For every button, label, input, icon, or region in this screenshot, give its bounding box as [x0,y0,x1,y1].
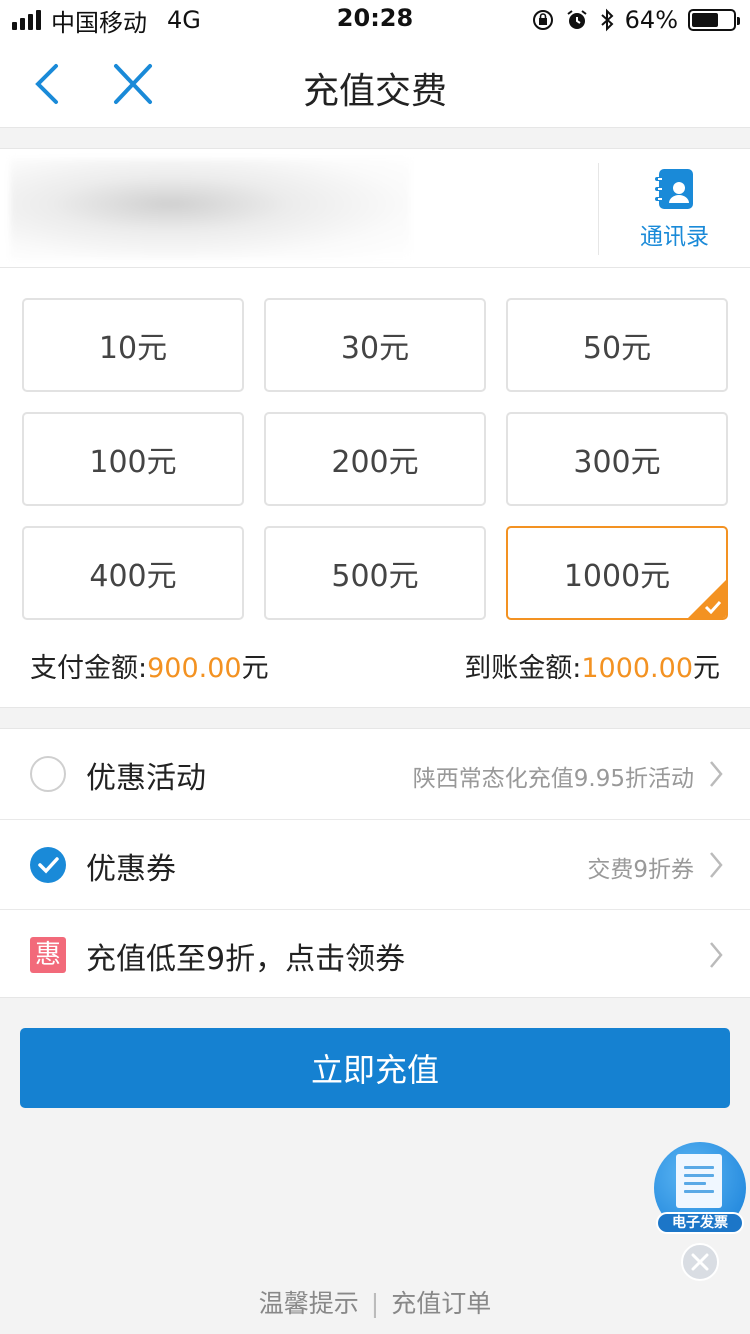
e-invoice-label[interactable]: 电子发票 [656,1212,744,1234]
pay-amount-label: 支付金额: [30,653,148,684]
amount-option-label: 100元 [89,445,177,480]
amount-option-50[interactable]: 50元 [506,298,728,392]
phone-number-field[interactable] [10,159,410,259]
status-bar-right: 64% [531,6,740,34]
phone-number-row: 通讯录 [0,148,750,268]
amount-option-100[interactable]: 100元 [22,412,244,506]
activity-label: 优惠活动 [86,761,206,796]
activity-row[interactable]: 优惠活动 陕西常态化充值9.95折活动 [0,729,750,819]
recharge-now-button[interactable]: 立即充值 [20,1028,730,1108]
receipt-icon [676,1154,722,1208]
promo-badge-icon: 惠 [30,937,66,973]
pay-amount-unit: 元 [241,653,269,684]
amount-option-label: 10元 [98,331,168,366]
alarm-icon [567,10,587,29]
amount-option-30[interactable]: 30元 [264,298,486,392]
battery-percentage: 64% [624,6,678,34]
battery-level [692,13,718,27]
receive-amount-unit: 元 [693,653,720,684]
chevron-right-icon [710,852,723,878]
amount-option-500[interactable]: 500元 [264,526,486,620]
page-title: 充值交费 [302,71,447,112]
activity-value: 陕西常态化充值9.95折活动 [412,766,694,792]
nav-bar: 充值交费 [0,40,750,128]
amount-option-400[interactable]: 400元 [22,526,244,620]
amount-option-label: 50元 [582,331,652,366]
offers-list: 优惠活动 陕西常态化充值9.95折活动 优惠券 交费9折券 惠 充值低至9折，点… [0,728,750,998]
footer-links: 温馨提示 | 充值订单 [0,1284,750,1320]
coupon-row[interactable]: 优惠券 交费9折券 [0,819,750,909]
promo-label: 充值低至9折，点击领券 [86,942,406,977]
amount-option-1000[interactable]: 1000元 [506,526,728,620]
chevron-right-icon [710,761,723,787]
receive-amount: 到账金额:1000.00元 [464,646,720,685]
coupon-label: 优惠券 [86,852,176,887]
coupon-radio[interactable] [30,847,66,883]
orders-link[interactable]: 充值订单 [391,1289,491,1318]
amount-option-300[interactable]: 300元 [506,412,728,506]
amount-option-label: 200元 [331,445,419,480]
pay-amount-value: 900.00 [147,653,242,684]
tips-link[interactable]: 温馨提示 [259,1289,359,1318]
amount-option-label: 500元 [331,559,419,594]
coupon-value: 交费9折券 [587,857,694,883]
checkmark-icon [704,600,722,614]
bluetooth-icon [600,8,614,32]
amount-option-label: 30元 [340,331,410,366]
address-book-icon [654,169,693,209]
promo-row[interactable]: 惠 充值低至9折，点击领券 [0,909,750,999]
receive-amount-value: 1000.00 [581,653,693,684]
receive-amount-label: 到账金额: [464,653,582,684]
close-circle-icon[interactable] [680,1242,720,1282]
chevron-right-icon [710,942,723,968]
footer-separator: | [370,1289,380,1318]
amount-option-10[interactable]: 10元 [22,298,244,392]
battery-icon [688,9,740,31]
pay-amount: 支付金额:900.00元 [30,646,269,685]
contacts-button[interactable]: 通讯录 [598,163,750,255]
amount-option-200[interactable]: 200元 [264,412,486,506]
amount-option-label: 400元 [89,559,177,594]
checkmark-icon [38,857,59,874]
status-bar: 中国移动 4G 20:28 64% [0,0,750,40]
amount-panel: 10元 30元 50元 100元 200元 300元 400元 500元 100… [0,268,750,708]
rotation-lock-icon [532,10,553,30]
activity-radio[interactable] [30,756,66,792]
amount-option-label: 1000元 [563,559,671,594]
contacts-label: 通讯录 [640,224,709,250]
amount-option-label: 300元 [573,445,661,480]
